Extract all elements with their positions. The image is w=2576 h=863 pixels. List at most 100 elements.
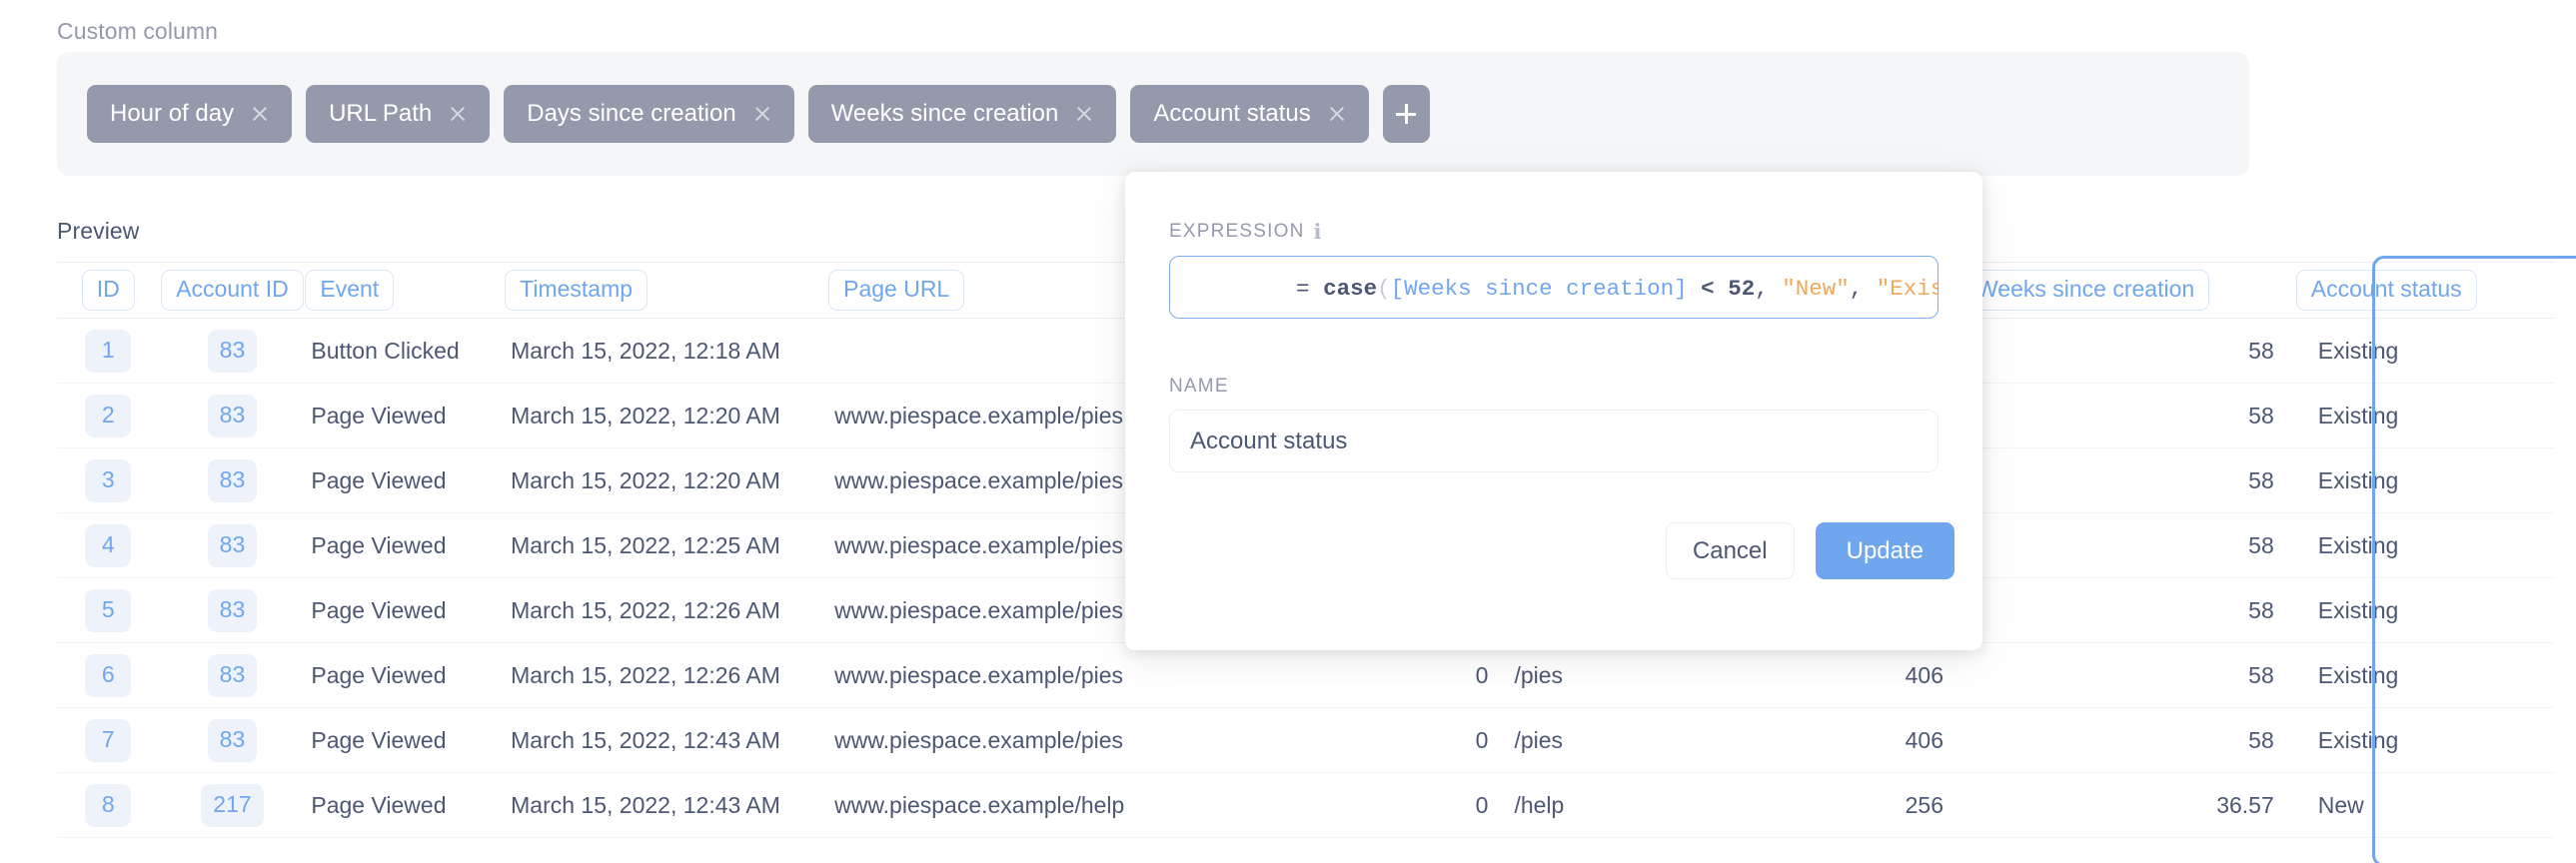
id-pill: 217	[201, 784, 263, 827]
cell-account-status: Existing	[2296, 643, 2555, 708]
name-label: NAME	[1169, 376, 1229, 398]
id-pill: 8	[85, 784, 131, 827]
name-input[interactable]: Account status	[1169, 410, 1938, 472]
custom-column-editor-page: Custom column Hour of dayURL PathDays si…	[0, 0, 2576, 863]
close-icon[interactable]	[753, 105, 771, 123]
cell-event: Page Viewed	[305, 708, 505, 773]
cancel-button[interactable]: Cancel	[1666, 522, 1795, 579]
cell-days-since-creation: 406	[1714, 643, 1961, 708]
info-icon[interactable]: ℹ	[1314, 222, 1323, 243]
cell-id: 3	[57, 448, 160, 513]
cell-page-url: www.piespace.example/pies	[828, 643, 1217, 708]
column-pill-account-status[interactable]: Account status	[2296, 270, 2477, 311]
id-pill: 3	[85, 459, 131, 502]
expr-token-operator: <	[1701, 276, 1715, 302]
cell-weeks-since-creation: 58	[1961, 384, 2296, 448]
expr-token-number: 52	[1728, 276, 1755, 302]
cell-event: Page Viewed	[305, 643, 505, 708]
chip-label: Hour of day	[110, 100, 234, 128]
expression-label-row: EXPRESSION ℹ	[1169, 221, 1323, 243]
custom-column-chip[interactable]: Weeks since creation	[808, 85, 1117, 143]
cell-id: 4	[57, 513, 160, 578]
chip-label: Weeks since creation	[831, 100, 1059, 128]
custom-column-chip[interactable]: Days since creation	[504, 85, 793, 143]
cell-timestamp: March 15, 2022, 12:43 AM	[505, 773, 828, 838]
close-icon[interactable]	[1075, 105, 1093, 123]
cell-weeks-since-creation: 58	[1961, 319, 2296, 384]
close-icon[interactable]	[1328, 105, 1346, 123]
id-pill: 1	[85, 330, 131, 373]
cell-weeks-since-creation: 58	[1961, 643, 2296, 708]
id-pill: 2	[85, 395, 131, 437]
cell-account-id: 217	[160, 773, 306, 838]
id-pill: 83	[208, 459, 258, 502]
plus-icon	[1396, 104, 1416, 124]
cell-event: Button Clicked	[305, 319, 505, 384]
expr-token-open-paren: (	[1377, 276, 1391, 302]
cell-account-id: 83	[160, 578, 306, 643]
custom-column-chip[interactable]: URL Path	[306, 85, 490, 143]
table-row[interactable]: 783Page ViewedMarch 15, 2022, 12:43 AMww…	[57, 708, 2555, 773]
id-pill: 83	[208, 589, 258, 632]
cell-days-since-creation: 256	[1714, 773, 1961, 838]
expression-label: EXPRESSION	[1169, 221, 1305, 243]
cell-id: 8	[57, 773, 160, 838]
column-pill-id[interactable]: ID	[82, 270, 135, 311]
cell-event: Page Viewed	[305, 773, 505, 838]
cell-timestamp: March 15, 2022, 12:25 AM	[505, 513, 828, 578]
popover-actions: Cancel Update	[1666, 522, 1954, 579]
column-pill-timestamp[interactable]: Timestamp	[505, 270, 647, 311]
id-pill: 83	[208, 395, 258, 437]
cell-event: Page Viewed	[305, 448, 505, 513]
close-icon[interactable]	[251, 105, 269, 123]
column-pill-weeks-since-creation[interactable]: Weeks since creation	[1961, 270, 2209, 311]
cell-weeks-since-creation: 58	[1961, 708, 2296, 773]
chip-label: Days since creation	[527, 100, 735, 128]
id-pill: 83	[208, 524, 258, 567]
cell-account-id: 83	[160, 448, 306, 513]
column-header-event: Event	[305, 263, 505, 319]
expr-token-comma-2: ,	[1850, 276, 1864, 302]
column-pill-account-id[interactable]: Account ID	[161, 270, 304, 311]
update-button[interactable]: Update	[1816, 522, 1954, 579]
cell-timestamp: March 15, 2022, 12:18 AM	[505, 319, 828, 384]
name-input-value: Account status	[1190, 428, 1347, 455]
id-pill: 6	[85, 654, 131, 697]
expression-text: = case([Weeks since creation] < 52, "New…	[1188, 256, 1938, 319]
column-pill-event[interactable]: Event	[305, 270, 394, 311]
column-pill-page-url[interactable]: Page URL	[828, 270, 964, 311]
expr-token-comma-1: ,	[1755, 276, 1769, 302]
cell-timestamp: March 15, 2022, 12:43 AM	[505, 708, 828, 773]
custom-column-chip-list: Hour of day URL Path Days since creation We…	[87, 85, 1430, 143]
cell-account-status: Existing	[2296, 319, 2555, 384]
cell-id: 5	[57, 578, 160, 643]
cell-event: Page Viewed	[305, 578, 505, 643]
cell-id: 6	[57, 643, 160, 708]
close-icon[interactable]	[449, 105, 467, 123]
custom-column-chip[interactable]: Hour of day	[87, 85, 292, 143]
cell-account-status: Existing	[2296, 513, 2555, 578]
cell-account-id: 83	[160, 384, 306, 448]
cell-hour-of-day: 0	[1217, 773, 1509, 838]
cell-account-id: 83	[160, 513, 306, 578]
cell-account-id: 83	[160, 708, 306, 773]
cell-id: 7	[57, 708, 160, 773]
add-custom-column-button[interactable]	[1383, 85, 1430, 143]
custom-column-expression-popover: EXPRESSION ℹ = case([Weeks since creatio…	[1125, 172, 1982, 650]
column-header-id: ID	[57, 263, 160, 319]
cell-timestamp: March 15, 2022, 12:20 AM	[505, 448, 828, 513]
custom-column-chip[interactable]: Account status	[1130, 85, 1368, 143]
cell-timestamp: March 15, 2022, 12:20 AM	[505, 384, 828, 448]
cell-timestamp: March 15, 2022, 12:26 AM	[505, 643, 828, 708]
cell-account-id: 83	[160, 643, 306, 708]
table-row[interactable]: 6 83Page ViewedMarch 15, 2022, 12:26 AMww…	[57, 643, 2555, 708]
name-label-row: NAME	[1169, 376, 1229, 398]
cell-hour-of-day: 0	[1217, 708, 1509, 773]
cell-event: Page Viewed	[305, 513, 505, 578]
column-header-account-id: Account ID	[160, 263, 306, 319]
id-pill: 83	[208, 330, 258, 373]
expression-input[interactable]: = case([Weeks since creation] < 52, "New…	[1169, 256, 1938, 319]
table-row[interactable]: 8217Page ViewedMarch 15, 2022, 12:43 AMw…	[57, 773, 2555, 838]
expr-token-string-existing: "Existing"	[1877, 276, 1938, 302]
custom-columns-panel: Hour of day URL Path Days since creation We…	[57, 52, 2249, 176]
